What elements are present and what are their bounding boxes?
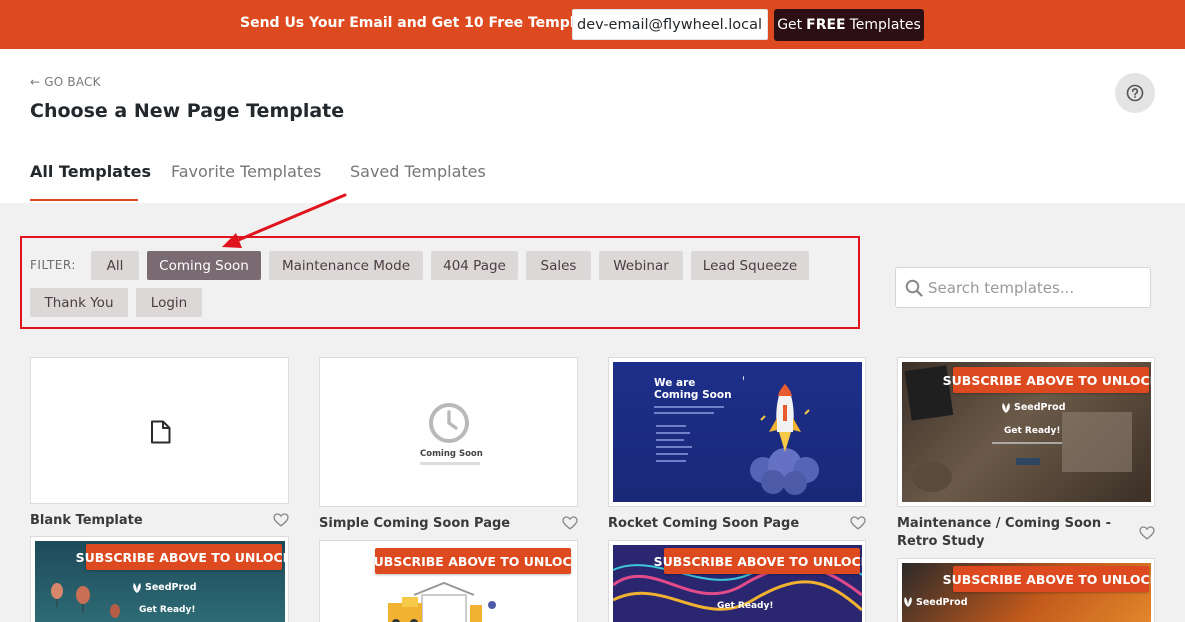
filter-thank-you[interactable]: Thank You <box>30 288 128 317</box>
promo-text: Send Us Your Email and Get 10 Free Templ… <box>240 15 609 31</box>
filter-404-page[interactable]: 404 Page <box>431 251 518 280</box>
template-name-simple-coming-soon: Simple Coming Soon Page <box>319 516 511 531</box>
tab-favorite-templates[interactable]: Favorite Templates <box>171 162 321 181</box>
template-card-delivery[interactable]: SUBSCRIBE ABOVE TO UNLOCK <box>319 540 578 622</box>
thumb-subtext-line <box>420 462 480 465</box>
search-icon <box>905 279 923 297</box>
filter-lead-squeeze[interactable]: Lead Squeeze <box>691 251 809 280</box>
tab-all-templates[interactable]: All Templates <box>30 162 151 181</box>
rocket-thumbnail: We are Coming Soon <box>613 362 862 502</box>
promo-email-input[interactable] <box>572 9 768 40</box>
filter-all[interactable]: All <box>91 251 139 280</box>
heart-icon[interactable] <box>1139 526 1155 540</box>
active-tab-indicator <box>30 199 138 201</box>
button-bold: FREE <box>806 17 846 33</box>
balloon-illustration <box>51 583 120 618</box>
page-header: ← GO BACK Choose a New Page Template All… <box>0 49 1185 203</box>
subscribe-to-unlock-badge: SUBSCRIBE ABOVE TO UNLOCK <box>654 548 865 574</box>
filter-coming-soon[interactable]: Coming Soon <box>147 251 261 280</box>
filter-sales[interactable]: Sales <box>526 251 591 280</box>
template-card-simple-coming-soon[interactable]: Coming Soon <box>319 357 578 507</box>
thumb-coming-soon-text: Coming Soon <box>420 449 483 459</box>
search-box <box>895 267 1151 308</box>
filter-label: FILTER: <box>30 258 76 272</box>
heart-icon[interactable] <box>273 513 289 527</box>
filter-webinar[interactable]: Webinar <box>599 251 683 280</box>
filter-maintenance-mode[interactable]: Maintenance Mode <box>269 251 423 280</box>
thumb-brand: SeedProd <box>1014 402 1066 413</box>
seedprod-logo-icon <box>1002 403 1010 413</box>
thumb-heading: We are Coming Soon <box>654 377 732 401</box>
go-back-link[interactable]: ← GO BACK <box>30 75 101 89</box>
thumb-get-ready: Get Ready! <box>139 605 196 615</box>
clock-icon <box>429 403 469 443</box>
template-name-retro-study: Maintenance / Coming Soon - Retro Study <box>897 516 1112 549</box>
filter-login[interactable]: Login <box>136 288 202 317</box>
heart-icon[interactable] <box>562 516 578 530</box>
template-name-blank: Blank Template <box>30 513 143 528</box>
get-free-templates-button[interactable]: Get FREE Templates <box>774 9 924 41</box>
delivery-illustration <box>388 581 496 622</box>
template-card-retro-study[interactable]: SeedProd Get Ready! SUBSCRIBE ABOVE TO U… <box>897 357 1155 507</box>
subscribe-to-unlock-badge: SUBSCRIBE ABOVE TO UNLOCK <box>76 544 288 570</box>
button-prefix: Get <box>777 17 803 33</box>
file-icon <box>151 420 171 444</box>
page-title: Choose a New Page Template <box>30 100 345 122</box>
subscribe-to-unlock-badge: SUBSCRIBE ABOVE TO UNLOCK <box>943 566 1154 592</box>
thumb-brand: SeedProd <box>916 597 968 608</box>
template-card-waves[interactable]: Get Ready! SUBSCRIBE ABOVE TO UNLOCK <box>608 540 866 622</box>
template-card-sunset[interactable]: SeedProd SUBSCRIBE ABOVE TO UNLOCK <box>897 558 1155 622</box>
template-card-rocket[interactable]: We are Coming Soon <box>608 357 866 507</box>
tab-saved-templates[interactable]: Saved Templates <box>350 162 486 181</box>
button-suffix: Templates <box>849 17 921 33</box>
subscribe-to-unlock-badge: SUBSCRIBE ABOVE TO UNLOCK <box>365 548 577 574</box>
heart-icon[interactable] <box>850 516 866 530</box>
seedprod-logo-icon <box>133 583 141 593</box>
help-button[interactable] <box>1115 73 1155 113</box>
template-card-blank[interactable] <box>30 357 289 504</box>
search-input[interactable] <box>928 268 1146 307</box>
promo-bar: Send Us Your Email and Get 10 Free Templ… <box>0 0 1185 49</box>
template-card-balloons[interactable]: SeedProd Get Ready! SUBSCRIBE ABOVE TO U… <box>30 536 289 622</box>
thumb-get-ready: Get Ready! <box>1004 426 1061 436</box>
question-icon <box>1126 84 1144 102</box>
seedprod-logo-icon <box>904 597 912 607</box>
template-name-rocket: Rocket Coming Soon Page <box>608 516 800 531</box>
subscribe-to-unlock-badge: SUBSCRIBE ABOVE TO UNLOCK <box>943 367 1154 393</box>
thumb-brand: SeedProd <box>145 582 197 593</box>
thumb-get-ready: Get Ready! <box>717 601 774 611</box>
rocket-illustration <box>743 375 819 495</box>
